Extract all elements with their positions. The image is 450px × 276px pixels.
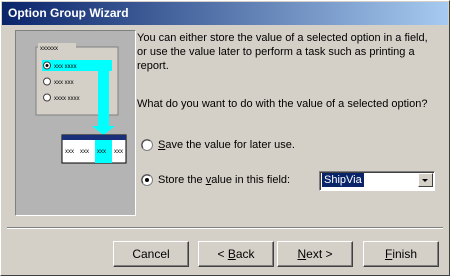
radio-store-label: Store the value in this field: [158,174,291,186]
next-button-label: Next > [297,247,333,261]
radio-selected-icon [141,174,153,186]
window-title: Option Group Wizard [8,6,129,20]
field-combo-box[interactable]: ShipVia [319,171,435,191]
button-divider [7,227,443,229]
option-group-wizard-window: Option Group Wizard xxxxxx xxx xxxx xxx … [0,0,450,276]
radio-circle-icon [141,139,153,151]
question-text: What do you want to do with the value of… [137,98,428,110]
cancel-button[interactable]: Cancel [113,241,189,267]
combo-dropdown-button[interactable] [418,173,433,187]
illus-table-cell-2: xxx [80,149,89,155]
chevron-down-icon [422,179,428,182]
illus-option-1: xxx xxxx [54,64,77,70]
title-bar: Option Group Wizard [2,2,448,25]
radio-save-for-later[interactable]: Save the value for later use. [141,137,341,153]
next-button[interactable]: Next > [277,241,353,267]
back-button-label: < Back [217,247,255,261]
field-combo-value: ShipVia [322,173,364,187]
illus-radio-1-dot [45,64,49,67]
radio-save-label: Save the value for later use. [158,139,295,151]
cancel-button-label: Cancel [132,247,170,261]
illus-group-label: xxxxxx [40,46,58,52]
back-button[interactable]: < Back [198,241,274,267]
illus-flow-path [98,60,109,126]
illus-radio-2 [43,77,51,86]
illus-option-3: xxxx xxxx [54,96,80,102]
illustration-panel: xxxxxx xxx xxxx xxx xxx xxxx xxxx xxx xx… [15,30,136,216]
finish-button-label: Finish [384,247,418,261]
illus-option-2: xxx xxx [54,80,74,86]
illus-radio-3 [43,93,51,102]
description-text: You can either store the value of a sele… [137,32,428,72]
finish-button[interactable]: Finish [363,241,439,267]
illus-table-cell-4: xxx [114,149,123,155]
option-group-illustration: xxxxxx xxx xxxx xxx xxx xxxx xxxx xxx xx… [35,43,127,164]
illus-table-header [62,135,126,140]
illus-flow-arrow [92,126,115,135]
radio-store-in-field[interactable]: Store the value in this field: [141,172,316,188]
illus-table-cell-1: xxx [65,149,74,155]
illus-table-cell-3: xxx [97,149,106,155]
